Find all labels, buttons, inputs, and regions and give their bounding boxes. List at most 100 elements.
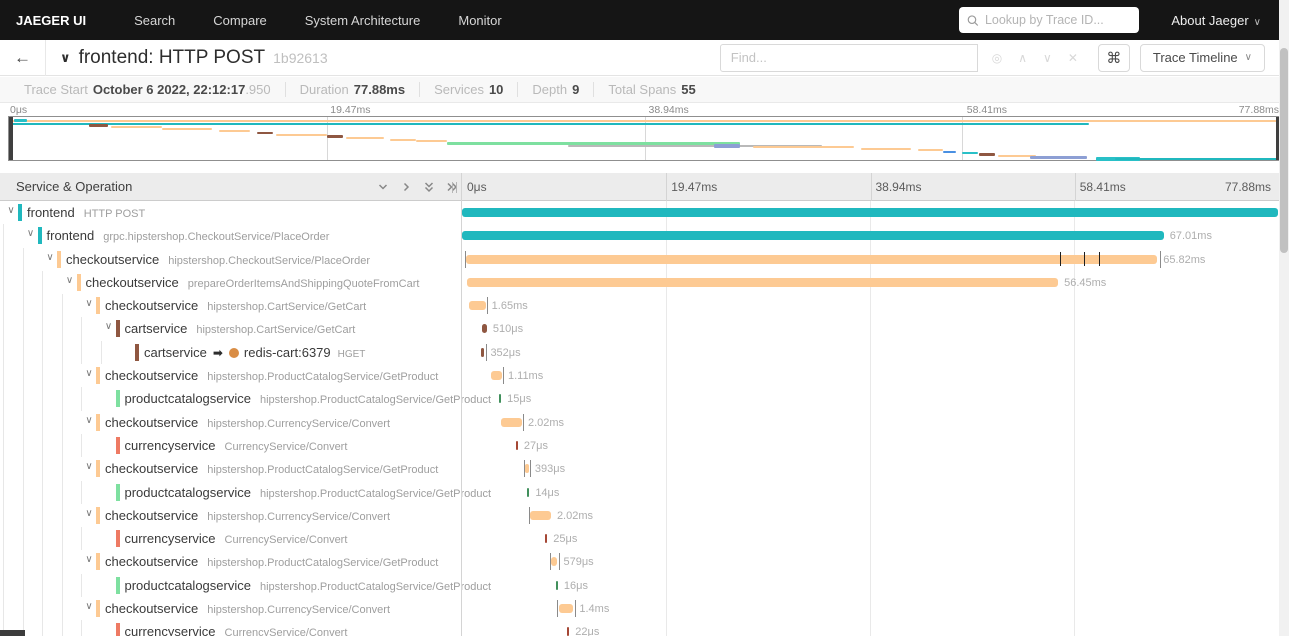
keyboard-shortcuts-button[interactable]: ⌘ xyxy=(1097,43,1130,72)
nav-item-search[interactable]: Search xyxy=(134,13,175,28)
span-timeline-cell: 1.65ms xyxy=(462,294,1278,318)
timeline-gridline xyxy=(1074,340,1075,365)
back-button[interactable]: ← xyxy=(0,39,46,76)
expand-chevron-icon[interactable]: ∨ xyxy=(82,368,96,379)
span-bar[interactable] xyxy=(545,534,548,544)
clear-find-icon[interactable]: ✕ xyxy=(1068,51,1078,65)
operation-name: hipstershop.CheckoutService/PlaceOrder xyxy=(168,254,370,267)
span-row[interactable]: cartservice ➡ redis-cart:6379 HGET 352μs xyxy=(0,340,1279,365)
span-bar[interactable] xyxy=(467,277,1059,287)
minimap-span-segment xyxy=(345,136,384,139)
span-bar[interactable] xyxy=(462,231,1164,241)
service-color-bar xyxy=(115,390,120,408)
span-bar[interactable] xyxy=(480,347,485,357)
operation-name: hipstershop.CartService/GetCart xyxy=(196,324,356,337)
span-bar[interactable] xyxy=(551,557,558,567)
span-row[interactable]: ∨ frontend HTTP POST xyxy=(0,201,1279,225)
span-bar[interactable] xyxy=(530,510,551,520)
vertical-scrollbar-thumb[interactable] xyxy=(1280,48,1288,253)
minimap-span-segment xyxy=(714,144,740,148)
timeline-gridline xyxy=(666,503,667,528)
span-log-tick[interactable] xyxy=(1099,251,1101,266)
span-row[interactable]: ∨ cartservice hipstershop.CartService/GetC… xyxy=(0,317,1279,341)
span-row[interactable]: ∨ checkoutservice hipstershop.CheckoutServ… xyxy=(0,247,1279,271)
find-input-box[interactable] xyxy=(719,43,978,72)
expand-chevron-icon[interactable]: ∨ xyxy=(24,228,38,239)
collapse-all-icon[interactable] xyxy=(422,180,436,194)
span-bar[interactable] xyxy=(490,371,502,381)
span-bar[interactable] xyxy=(466,254,1158,264)
expand-one-icon[interactable] xyxy=(399,180,413,194)
expand-chevron-icon[interactable]: ∨ xyxy=(102,321,116,332)
span-row[interactable]: currencyservice CurrencyService/Convert 25… xyxy=(0,527,1279,551)
span-bar[interactable] xyxy=(462,208,1278,217)
find-input[interactable] xyxy=(730,50,967,65)
span-row[interactable]: currencyservice CurrencyService/Convert 27… xyxy=(0,433,1279,458)
expand-chevron-icon[interactable]: ∨ xyxy=(82,554,96,565)
span-row[interactable]: ∨ checkoutservice hipstershop.CurrencyServ… xyxy=(0,597,1279,621)
timeline-gridline xyxy=(870,527,871,551)
span-row[interactable]: ∨ frontend grpc.hipstershop.CheckoutServic… xyxy=(0,224,1279,248)
span-row[interactable]: ∨ checkoutservice hipstershop.CartService/… xyxy=(0,294,1279,318)
service-name: currencyservice CurrencyService/Convert xyxy=(124,437,348,453)
span-row[interactable]: ∨ checkoutservice hipstershop.CurrencyServ… xyxy=(0,410,1279,434)
collapse-trace-chevron-icon[interactable]: ∨ xyxy=(60,50,71,66)
span-row[interactable]: currencyservice CurrencyService/Convert 22… xyxy=(0,620,1279,636)
indent-guide xyxy=(61,340,63,365)
operation-name: CurrencyService/Convert xyxy=(224,627,348,636)
focus-match-icon[interactable]: ◎ xyxy=(992,51,1002,65)
span-log-tick[interactable] xyxy=(1083,251,1085,266)
expand-chevron-icon[interactable]: ∨ xyxy=(82,508,96,519)
span-row[interactable]: ∨ checkoutservice prepareOrderItemsAndShip… xyxy=(0,270,1279,295)
span-bar[interactable] xyxy=(499,394,502,404)
expand-chevron-icon[interactable]: ∨ xyxy=(82,415,96,426)
column-resize-handle[interactable] xyxy=(452,182,457,193)
timeline-header: Service & Operation 0μs 19.47ms 38.94ms 58.… xyxy=(0,173,1279,201)
service-name: checkoutservice hipstershop.CheckoutServi… xyxy=(66,251,370,267)
expand-chevron-icon[interactable]: ∨ xyxy=(63,275,77,286)
span-row[interactable]: productcatalogservice hipstershop.Product… xyxy=(0,387,1279,411)
timeline-gridline xyxy=(870,340,871,365)
span-log-tick[interactable] xyxy=(1060,251,1062,266)
nav-item-compare[interactable]: Compare xyxy=(213,13,266,28)
span-bar[interactable] xyxy=(468,301,486,311)
trace-view-selector[interactable]: Trace Timeline ∨ xyxy=(1139,43,1265,72)
span-bar[interactable] xyxy=(567,627,570,636)
span-row[interactable]: ∨ checkoutservice hipstershop.ProductCatal… xyxy=(0,550,1279,574)
expand-chevron-icon[interactable]: ∨ xyxy=(82,298,96,309)
next-match-icon[interactable]: ∨ xyxy=(1043,51,1052,65)
expand-chevron-icon[interactable]: ∨ xyxy=(82,601,96,612)
about-jaeger-menu[interactable]: About Jaeger ∨ xyxy=(1171,13,1261,28)
span-bar[interactable] xyxy=(481,324,487,334)
span-bar[interactable] xyxy=(515,440,518,450)
timeline-gridline xyxy=(1074,387,1075,411)
expand-chevron-icon[interactable]: ∨ xyxy=(4,205,18,216)
span-boundary-tick xyxy=(530,460,532,478)
span-bar[interactable] xyxy=(555,580,558,590)
expand-chevron-icon[interactable]: ∨ xyxy=(82,461,96,472)
span-bar[interactable] xyxy=(558,604,574,614)
collapse-one-icon[interactable] xyxy=(376,180,390,194)
span-bar[interactable] xyxy=(524,464,529,474)
span-row[interactable]: productcatalogservice hipstershop.Product… xyxy=(0,480,1279,504)
viewport-left-handle[interactable] xyxy=(9,117,13,160)
nav-item-monitor[interactable]: Monitor xyxy=(458,13,501,28)
nav-item-system-architecture[interactable]: System Architecture xyxy=(305,13,421,28)
span-bar[interactable] xyxy=(527,487,530,497)
span-row[interactable]: ∨ checkoutservice hipstershop.CurrencyServ… xyxy=(0,503,1279,528)
timeline-gridline xyxy=(1074,457,1075,481)
span-row[interactable]: productcatalogservice hipstershop.Product… xyxy=(0,573,1279,598)
span-row[interactable]: ∨ checkoutservice hipstershop.ProductCatal… xyxy=(0,457,1279,481)
prev-match-icon[interactable]: ∧ xyxy=(1018,51,1027,65)
span-bar[interactable] xyxy=(501,417,522,427)
minimap-canvas[interactable] xyxy=(8,116,1281,161)
trace-id-search[interactable] xyxy=(959,7,1140,33)
trace-id-input[interactable] xyxy=(984,13,1132,27)
horizontal-scrollbar-thumb[interactable] xyxy=(0,630,25,636)
span-row[interactable]: ∨ checkoutservice hipstershop.ProductCatal… xyxy=(0,364,1279,388)
expand-chevron-icon[interactable]: ∨ xyxy=(43,252,57,263)
arrow-right-icon: ➡ xyxy=(212,345,223,360)
timeline-gridline xyxy=(666,573,667,598)
span-timeline-cell: 1.11ms xyxy=(462,364,1278,388)
app-logo[interactable]: JAEGER UI xyxy=(0,13,104,28)
